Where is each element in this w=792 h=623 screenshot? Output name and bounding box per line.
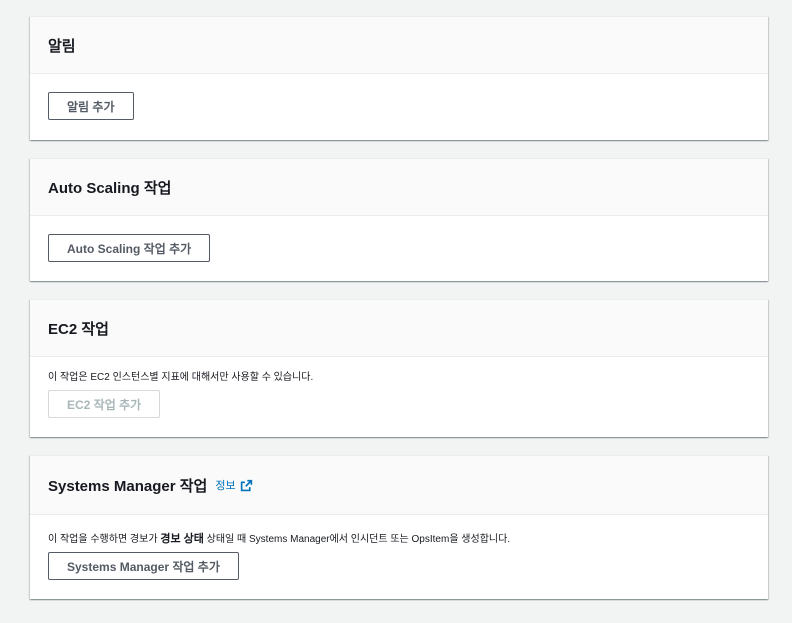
systems-manager-action-panel: Systems Manager 작업 정보 이 작업을 수행하면 경보가 경보 … bbox=[30, 455, 768, 599]
panel-body: Auto Scaling 작업 추가 bbox=[30, 216, 768, 262]
desc-prefix: 이 작업을 수행하면 경보가 bbox=[48, 534, 161, 545]
panel-title: Systems Manager 작업 bbox=[48, 477, 208, 495]
panel-title: EC2 작업 bbox=[48, 320, 109, 338]
desc-suffix: 상태일 때 Systems Manager에서 인시던트 또는 OpsItem을… bbox=[203, 534, 511, 545]
info-link-label: 정보 bbox=[215, 480, 236, 492]
add-notification-button[interactable]: 알림 추가 bbox=[48, 92, 134, 120]
alarm-notification-panel: 알림 알림 추가 bbox=[30, 16, 768, 140]
panel-body: 이 작업은 EC2 인스턴스별 지표에 대해서만 사용할 수 있습니다. EC2… bbox=[30, 357, 768, 418]
external-link-icon bbox=[240, 479, 252, 491]
add-autoscaling-action-button[interactable]: Auto Scaling 작업 추가 bbox=[48, 234, 211, 262]
add-ec2-action-button[interactable]: EC2 작업 추가 bbox=[48, 390, 161, 418]
autoscaling-action-panel: Auto Scaling 작업 Auto Scaling 작업 추가 bbox=[30, 158, 768, 281]
panel-body: 알림 추가 bbox=[30, 74, 768, 120]
panel-header: 알림 bbox=[30, 17, 768, 74]
panel-title: 알림 bbox=[48, 37, 76, 55]
ec2-action-panel: EC2 작업 이 작업은 EC2 인스턴스별 지표에 대해서만 사용할 수 있습… bbox=[30, 299, 768, 437]
info-link[interactable]: 정보 bbox=[215, 477, 252, 493]
ec2-action-description: 이 작업은 EC2 인스턴스별 지표에 대해서만 사용할 수 있습니다. bbox=[48, 372, 314, 383]
ssm-action-description: 이 작업을 수행하면 경보가 경보 상태 상태일 때 Systems Manag… bbox=[48, 532, 750, 547]
desc-bold: 경보 상태 bbox=[160, 533, 204, 545]
add-systems-manager-action-button[interactable]: Systems Manager 작업 추가 bbox=[48, 552, 239, 580]
panel-header: Systems Manager 작업 정보 bbox=[30, 456, 768, 515]
panel-title: Auto Scaling 작업 bbox=[48, 179, 172, 197]
panel-header: EC2 작업 bbox=[30, 300, 768, 357]
panel-header: Auto Scaling 작업 bbox=[30, 159, 768, 216]
panel-body: 이 작업을 수행하면 경보가 경보 상태 상태일 때 Systems Manag… bbox=[30, 515, 768, 580]
